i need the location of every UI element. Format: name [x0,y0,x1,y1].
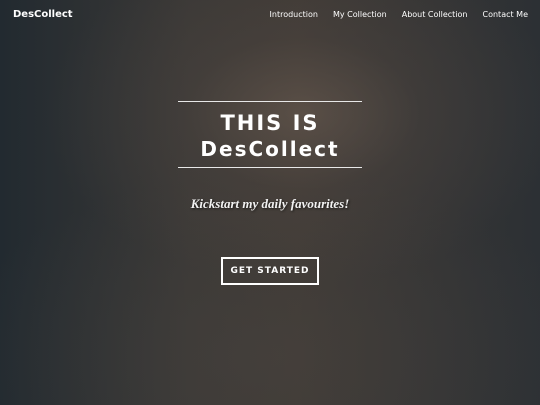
hero-title-box: THIS IS DesCollect [178,101,362,168]
nav-links: Introduction My Collection About Collect… [255,10,528,19]
nav-link-about-collection[interactable]: About Collection [402,10,468,19]
hero-heading-line1: THIS IS [220,111,320,135]
hero-tagline: Kickstart my daily favourites! [190,196,350,211]
nav-link-contact-me[interactable]: Contact Me [483,10,529,19]
hero-heading-line2: DesCollect [200,137,340,161]
nav-link-my-collection[interactable]: My Collection [333,10,387,19]
get-started-button[interactable]: GET STARTED [221,257,319,285]
brand-logo[interactable]: DesCollect [13,9,73,20]
navbar: DesCollect Introduction My Collection Ab… [0,0,540,28]
nav-link-introduction[interactable]: Introduction [270,10,318,19]
